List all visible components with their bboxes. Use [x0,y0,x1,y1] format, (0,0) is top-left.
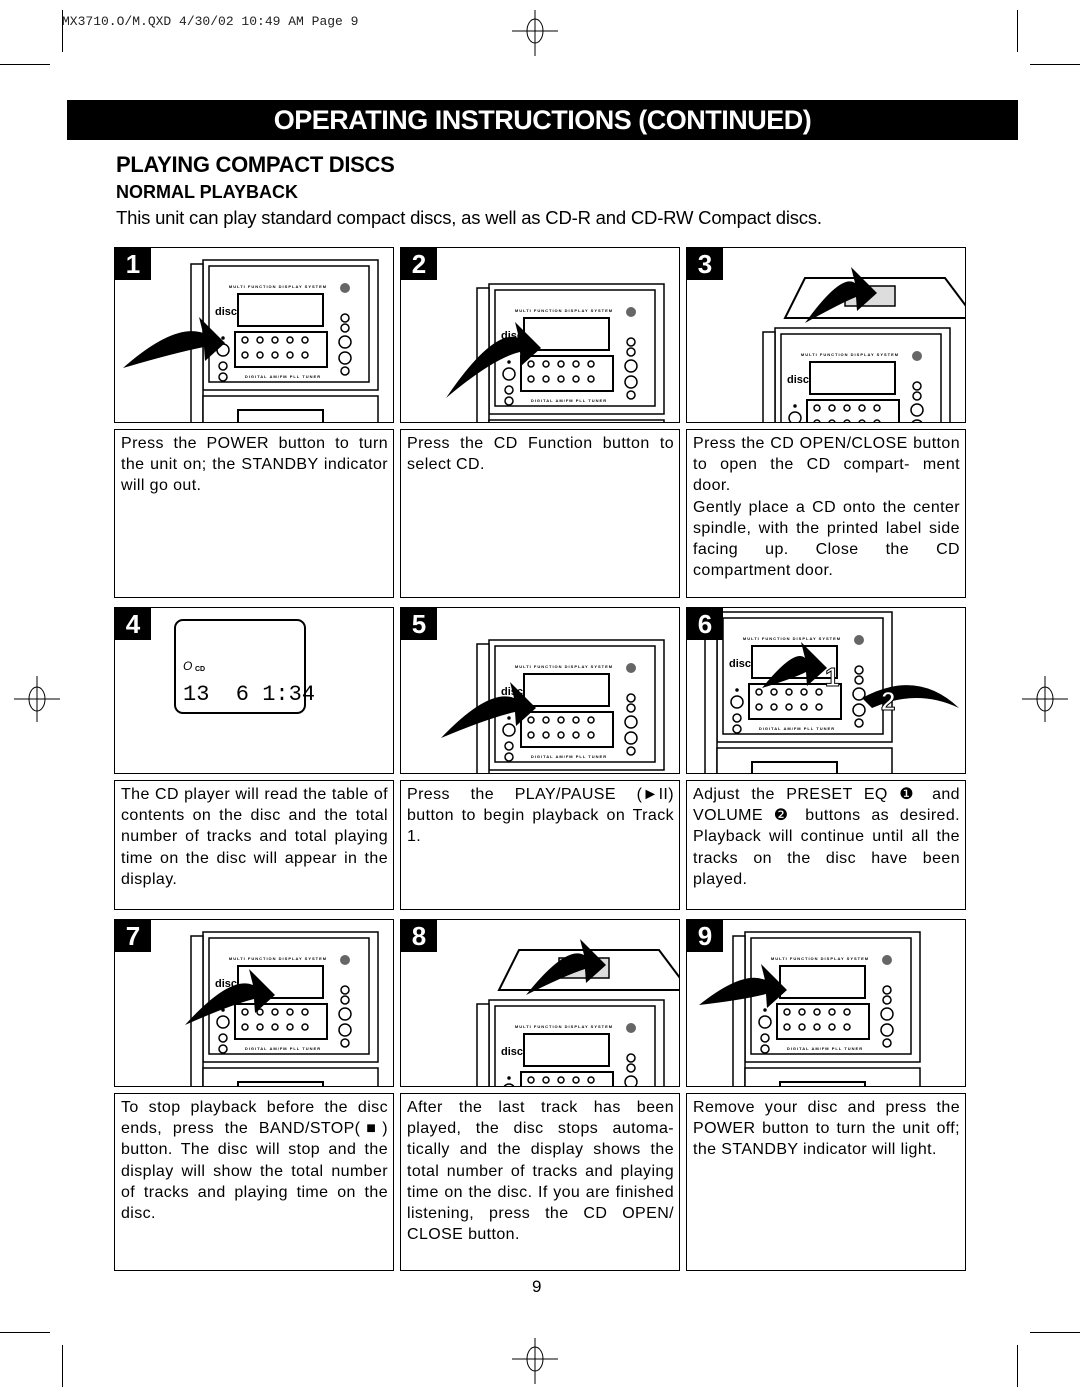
registration-mark-icon [512,10,558,56]
step-description: Press the POWER button to turn the unit … [114,429,394,598]
step-illustration: MULTI FUNCTION DISPLAY SYSTEMdiscDIGITAL… [686,247,966,423]
step-text: Press the POWER button to turn the unit … [121,435,388,495]
step-text: After the last track has been played, th… [407,1099,674,1244]
svg-text:DIGITAL AM/FM PLL TUNER: DIGITAL AM/FM PLL TUNER [245,1046,321,1051]
step-text: Press the CD Function button to select C… [407,435,674,474]
step-number: 3 [687,248,723,280]
crop-mark [1030,1332,1080,1333]
svg-text:MULTI FUNCTION DISPLAY SYSTEM: MULTI FUNCTION DISPLAY SYSTEM [515,308,613,313]
step-description: To stop playback before the disc ends, p… [114,1093,394,1271]
svg-text:MULTI FUNCTION DISPLAY SYSTEM: MULTI FUNCTION DISPLAY SYSTEM [515,664,613,669]
svg-text:MULTI FUNCTION DISPLAY SYSTEM: MULTI FUNCTION DISPLAY SYSTEM [801,352,899,357]
step-number: 4 [115,608,151,640]
registration-mark-icon [14,676,60,722]
step-description: Adjust the PRESET EQ ❶ and VOLUME ❷ butt… [686,780,966,910]
svg-text:disc: disc [787,374,809,386]
crop-mark [1017,1345,1018,1387]
subsection-title: NORMAL PLAYBACK [116,182,299,202]
svg-text:MULTI FUNCTION DISPLAY SYSTEM: MULTI FUNCTION DISPLAY SYSTEM [515,1024,613,1029]
callout-1: 1 [825,662,839,692]
step-illustration: O CD 13 6 1:34 4 [114,607,394,774]
section-title: PLAYING COMPACT DISCS [116,152,395,177]
step-number: 5 [401,608,437,640]
svg-text:MULTI FUNCTION DISPLAY SYSTEM: MULTI FUNCTION DISPLAY SYSTEM [229,956,327,961]
step-illustration: MULTI FUNCTION DISPLAY SYSTEM disc DIGITAL… [114,247,394,423]
stereo-unit-illustration: MULTI FUNCTION DISPLAY SYSTEMdiscDIGITAL… [732,931,921,1086]
print-slug: MX3710.O/M.QXD 4/30/02 10:49 AM Page 9 [62,14,359,29]
page-number: 9 [532,1277,542,1296]
step-text: Press the PLAY/PAUSE (►II) button to beg… [407,786,674,846]
svg-text:disc: disc [501,1046,523,1058]
crop-mark [1017,10,1018,52]
step-illustration: MULTI FUNCTION DISPLAY SYSTEMdiscDIGITAL… [114,919,394,1087]
section-banner: OPERATING INSTRUCTIONS (CONTINUED) [67,100,1018,140]
step-text: To stop playback before the disc ends, p… [121,1099,388,1223]
step-number: 7 [115,920,151,952]
svg-text:DIGITAL AM/FM PLL TUNER: DIGITAL AM/FM PLL TUNER [787,1046,863,1051]
svg-text:MULTI FUNCTION DISPLAY SYSTEM: MULTI FUNCTION DISPLAY SYSTEM [229,284,327,289]
track-time-readout: 13 6 1:34 [183,682,315,707]
step-text: Gently place a CD onto the center spindl… [693,498,960,580]
step-illustration: MULTI FUNCTION DISPLAY SYSTEMdiscDIGITAL… [400,919,680,1087]
step-description: Press the CD Function button to select C… [400,429,680,598]
crop-mark [62,1345,63,1387]
svg-text:DIGITAL AM/FM PLL TUNER: DIGITAL AM/FM PLL TUNER [245,374,321,379]
svg-text:CD: CD [195,666,205,673]
step-description: Press the CD OPEN/CLOSE button to open t… [686,429,966,598]
step-text: Adjust the PRESET EQ ❶ and VOLUME ❷ butt… [693,786,960,888]
intro-text: This unit can play standard compact disc… [116,207,822,228]
step-description: Press the PLAY/PAUSE (►II) button to beg… [400,780,680,910]
svg-text:MULTI FUNCTION DISPLAY SYSTEM: MULTI FUNCTION DISPLAY SYSTEM [743,636,841,641]
step-number: 8 [401,920,437,952]
callout-2: 2 [881,686,895,716]
step-description: The CD player will read the table of con… [114,780,394,910]
step-description: Remove your disc and press the POWER but… [686,1093,966,1271]
step-text: Press the CD OPEN/CLOSE button to open t… [693,435,960,495]
svg-text:DIGITAL AM/FM PLL TUNER: DIGITAL AM/FM PLL TUNER [759,726,835,731]
step-text: Remove your disc and press the POWER but… [693,1099,960,1159]
step-number: 1 [115,248,151,280]
step-description: After the last track has been played, th… [400,1093,680,1271]
step-text: The CD player will read the table of con… [121,786,388,888]
step-number: 2 [401,248,437,280]
svg-text:DIGITAL AM/FM PLL TUNER: DIGITAL AM/FM PLL TUNER [531,754,607,759]
svg-text:MULTI FUNCTION DISPLAY SYSTEM: MULTI FUNCTION DISPLAY SYSTEM [771,956,869,961]
step-illustration: MULTI FUNCTION DISPLAY SYSTEMdiscDIGITAL… [400,607,680,774]
svg-text:disc: disc [729,658,751,670]
crop-mark [0,1332,50,1333]
crop-mark [62,10,63,52]
registration-mark-icon [1022,676,1068,722]
step-illustration: MULTI FUNCTION DISPLAY SYSTEMdiscDIGITAL… [686,919,966,1087]
step-illustration: MULTI FUNCTION DISPLAY SYSTEM disc DIGITAL… [686,607,966,774]
crop-mark [1030,64,1080,65]
svg-text:DIGITAL AM/FM PLL TUNER: DIGITAL AM/FM PLL TUNER [531,398,607,403]
stereo-unit-illustration: MULTI FUNCTION DISPLAY SYSTEM disc DIGITAL… [704,611,893,773]
registration-mark-icon [512,1338,558,1384]
step-illustration: MULTI FUNCTION DISPLAY SYSTEMdiscDIGITAL… [400,247,680,423]
step-number: 9 [687,920,723,952]
svg-text:disc: disc [215,306,237,318]
lcd-display: O CD 13 6 1:34 [174,619,315,714]
disc-indicator: O [183,659,192,673]
crop-mark [0,64,50,65]
step-number: 6 [687,608,723,640]
